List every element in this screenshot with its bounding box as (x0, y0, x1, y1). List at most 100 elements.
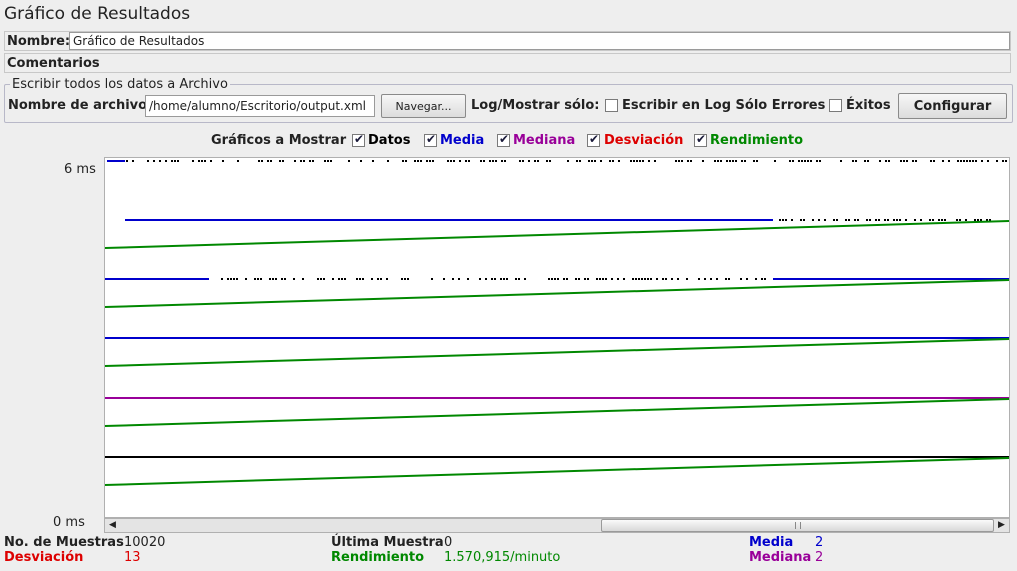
data-point (710, 278, 712, 280)
scroll-right-icon[interactable]: ▶ (996, 520, 1007, 531)
media-label: Media (749, 535, 794, 550)
data-point (807, 160, 809, 162)
scroll-left-icon[interactable]: ◀ (107, 520, 118, 531)
data-point (387, 160, 389, 162)
data-point (639, 160, 641, 162)
browse-button[interactable]: Navegar... (381, 94, 466, 118)
configure-button[interactable]: Configurar (898, 93, 1007, 119)
data-point (443, 278, 445, 280)
data-point (480, 160, 482, 162)
results-graph (105, 160, 1009, 486)
data-point (996, 160, 998, 162)
show-rendimiento-checkbox[interactable] (694, 132, 707, 147)
data-point (845, 219, 847, 221)
data-point (966, 160, 968, 162)
data-point (819, 160, 821, 162)
graphs-to-show-label: Gráficos a Mostrar (211, 133, 347, 148)
median-value: 2 (815, 550, 824, 565)
errors-only-label: Escribir en Log Sólo Errores (622, 98, 826, 113)
data-point (302, 278, 304, 280)
legend-label-media: Media (440, 133, 485, 148)
data-point (920, 219, 922, 221)
data-point (495, 160, 497, 162)
data-point (429, 160, 431, 162)
data-point (341, 278, 343, 280)
data-point (327, 160, 329, 162)
data-point (728, 278, 730, 280)
data-point (944, 219, 946, 221)
data-point (714, 160, 716, 162)
data-point (548, 278, 550, 280)
scroll-thumb[interactable] (601, 519, 994, 532)
data-point (623, 278, 625, 280)
data-point (468, 160, 470, 162)
data-point (165, 160, 167, 162)
errors-only-checkbox[interactable] (605, 99, 618, 112)
data-point (417, 160, 419, 162)
data-point (147, 160, 149, 162)
data-point (506, 278, 508, 280)
name-input[interactable]: Gráfico de Resultados (69, 32, 1010, 50)
success-checkbox[interactable] (829, 99, 842, 112)
data-point (372, 160, 374, 162)
data-point (848, 219, 850, 221)
data-point (977, 219, 979, 221)
data-point (602, 278, 604, 280)
legend-label-rendimiento: Rendimiento (710, 133, 804, 148)
data-point (554, 278, 556, 280)
data-point (300, 160, 302, 162)
data-point (254, 278, 256, 280)
data-point (492, 160, 494, 162)
horizontal-scrollbar[interactable]: ◀ ▶ (104, 518, 1010, 533)
data-point (644, 278, 646, 280)
data-point (888, 160, 890, 162)
data-point (884, 219, 886, 221)
deviation-label: Desviación (4, 550, 84, 565)
data-point (725, 278, 727, 280)
data-point (303, 160, 305, 162)
data-point (233, 278, 235, 280)
show-datos-checkbox[interactable] (352, 132, 365, 147)
data-point (975, 160, 977, 162)
data-point (546, 160, 548, 162)
data-point (503, 278, 505, 280)
last-sample-label: Última Muestra (331, 535, 444, 550)
page-title: Gráfico de Resultados (4, 4, 191, 24)
show-mediana-checkbox[interactable] (497, 132, 510, 147)
data-point (716, 278, 718, 280)
data-point (588, 160, 590, 162)
data-point (1005, 160, 1007, 162)
data-point (600, 160, 602, 162)
data-point (587, 278, 589, 280)
data-point (323, 278, 325, 280)
data-points-row (779, 219, 991, 221)
data-point (959, 219, 961, 221)
data-point (630, 160, 632, 162)
data-point (774, 160, 776, 162)
data-point (1002, 160, 1004, 162)
data-point (635, 278, 637, 280)
data-point (785, 219, 787, 221)
data-point (893, 219, 895, 221)
show-media-checkbox[interactable] (424, 132, 437, 147)
filename-input[interactable]: /home/alumno/Escritorio/output.xml (145, 95, 375, 117)
data-points-row (111, 160, 1007, 162)
data-point (942, 160, 944, 162)
data-point (726, 160, 728, 162)
data-point (866, 219, 868, 221)
data-point (779, 219, 781, 221)
data-point (704, 278, 706, 280)
throughput-line (105, 338, 1009, 367)
data-point (824, 219, 826, 221)
data-point (596, 278, 598, 280)
data-point (359, 278, 361, 280)
show-desviacion-checkbox[interactable] (587, 132, 600, 147)
data-point (386, 278, 388, 280)
data-point (654, 160, 656, 162)
data-point (153, 160, 155, 162)
data-point (632, 278, 634, 280)
data-point (840, 160, 842, 162)
data-point (887, 219, 889, 221)
data-point (914, 219, 916, 221)
data-point (201, 160, 203, 162)
